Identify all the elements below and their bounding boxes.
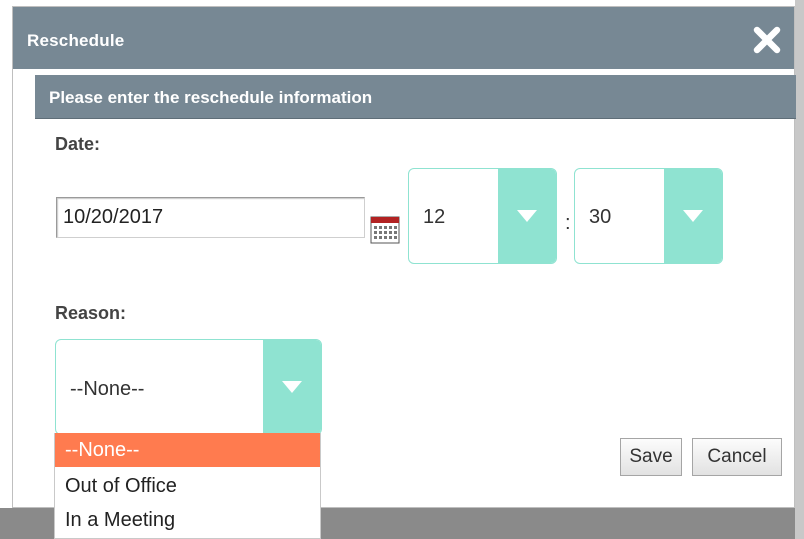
- reason-select[interactable]: --None--: [55, 339, 322, 435]
- close-button[interactable]: [750, 23, 784, 57]
- cancel-button[interactable]: Cancel: [692, 438, 782, 476]
- date-input[interactable]: [56, 197, 365, 238]
- chevron-down-icon: [683, 210, 703, 222]
- time-separator: :: [565, 212, 571, 234]
- page-scroll-edge: [795, 0, 804, 539]
- reason-dropdown-toggle[interactable]: [263, 340, 321, 434]
- dialog-title: Reschedule: [27, 31, 125, 50]
- close-icon: [753, 26, 781, 54]
- minute-select[interactable]: 30: [574, 168, 723, 264]
- reason-value: --None--: [70, 378, 145, 400]
- dialog-titlebar: Reschedule: [13, 7, 794, 69]
- subheader-text: Please enter the reschedule information: [49, 88, 373, 107]
- reason-option-in-a-meeting[interactable]: In a Meeting: [55, 503, 320, 537]
- chevron-down-icon: [282, 381, 302, 393]
- hour-value: 12: [423, 206, 446, 228]
- hour-dropdown-toggle[interactable]: [498, 169, 556, 263]
- calendar-button[interactable]: [370, 215, 400, 245]
- save-button[interactable]: Save: [620, 438, 682, 476]
- date-label: Date:: [55, 134, 101, 154]
- reason-option-out-of-office[interactable]: Out of Office: [55, 469, 320, 503]
- minute-value: 30: [589, 206, 612, 228]
- minute-dropdown-toggle[interactable]: [664, 169, 722, 263]
- reason-dropdown-list: --None-- Out of Office In a Meeting: [54, 433, 321, 539]
- reason-label: Reason:: [55, 303, 127, 323]
- reason-option-none[interactable]: --None--: [55, 433, 320, 467]
- hour-select[interactable]: 12: [408, 168, 557, 264]
- dialog-subheader: Please enter the reschedule information: [35, 75, 796, 119]
- chevron-down-icon: [517, 210, 537, 222]
- calendar-icon: [370, 216, 400, 244]
